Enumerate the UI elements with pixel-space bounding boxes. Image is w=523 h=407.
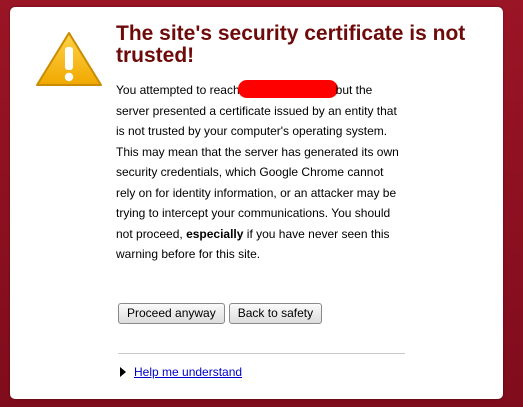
message-emphasis: especially xyxy=(186,226,244,241)
message-text-part2: but the server presented a certificate i… xyxy=(116,83,399,241)
message-text-part1: You attempted to reach xyxy=(116,83,240,97)
help-me-understand-link[interactable]: Help me understand xyxy=(134,365,242,379)
action-buttons: Proceed anyway Back to safety xyxy=(118,303,326,324)
divider xyxy=(118,353,405,354)
proceed-anyway-button[interactable]: Proceed anyway xyxy=(118,303,225,324)
expand-triangle-icon[interactable] xyxy=(120,367,126,377)
redacted-url xyxy=(237,80,338,98)
warning-message: You attempted to reach but the server pre… xyxy=(116,80,406,265)
page-title: The site's security certificate is not t… xyxy=(116,22,466,67)
back-to-safety-button[interactable]: Back to safety xyxy=(228,303,323,324)
warning-triangle-icon xyxy=(36,32,102,86)
interstitial-card: The site's security certificate is not t… xyxy=(10,7,503,399)
help-section: Help me understand xyxy=(120,363,242,379)
